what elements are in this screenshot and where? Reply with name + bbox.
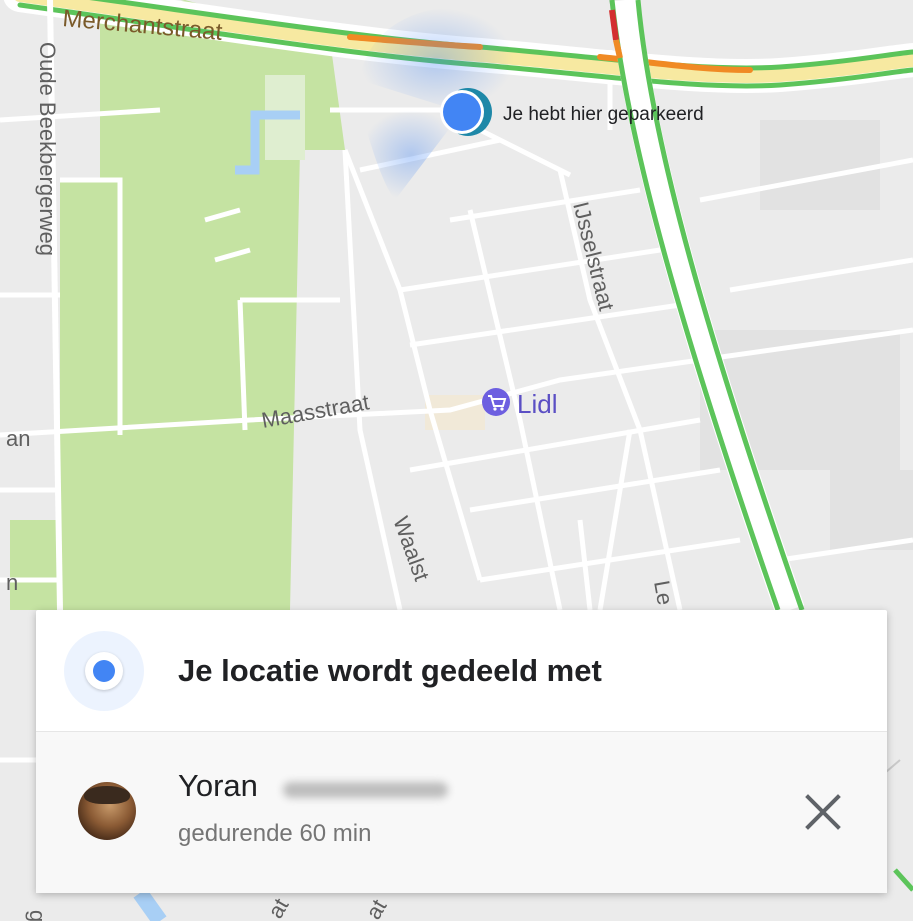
street-label-oude-beekbergerweg: Oude Beekbergerweg bbox=[35, 42, 60, 256]
map-bottom-strip: g at at bbox=[0, 888, 913, 921]
close-icon bbox=[805, 794, 841, 830]
redacted-surname bbox=[283, 782, 448, 798]
poi-lidl[interactable]: Lidl bbox=[482, 388, 557, 419]
location-sharing-card: Je locatie wordt gedeeld met Yoran gedur… bbox=[36, 610, 887, 893]
street-label-left-n: n bbox=[6, 570, 18, 595]
street-label-left-an: an bbox=[6, 426, 30, 451]
avatar bbox=[78, 782, 136, 840]
location-dot-icon bbox=[443, 93, 481, 131]
parked-label: Je hebt hier geparkeerd bbox=[503, 104, 704, 125]
shared-contact-row[interactable]: Yoran gedurende 60 min bbox=[36, 732, 887, 893]
poi-label-lidl: Lidl bbox=[517, 389, 557, 419]
my-location-icon bbox=[58, 625, 150, 717]
street-label-bottom-left: g bbox=[25, 910, 50, 921]
location-sharing-header: Je locatie wordt gedeeld met bbox=[36, 610, 887, 732]
sharing-duration: gedurende 60 min bbox=[178, 820, 372, 847]
sharing-title: Je locatie wordt gedeeld met bbox=[178, 652, 602, 688]
stop-sharing-button[interactable] bbox=[798, 787, 848, 837]
shopping-cart-icon bbox=[482, 388, 510, 416]
street-label-lekstraat: Le bbox=[649, 579, 678, 607]
contact-name: Yoran bbox=[178, 768, 258, 803]
